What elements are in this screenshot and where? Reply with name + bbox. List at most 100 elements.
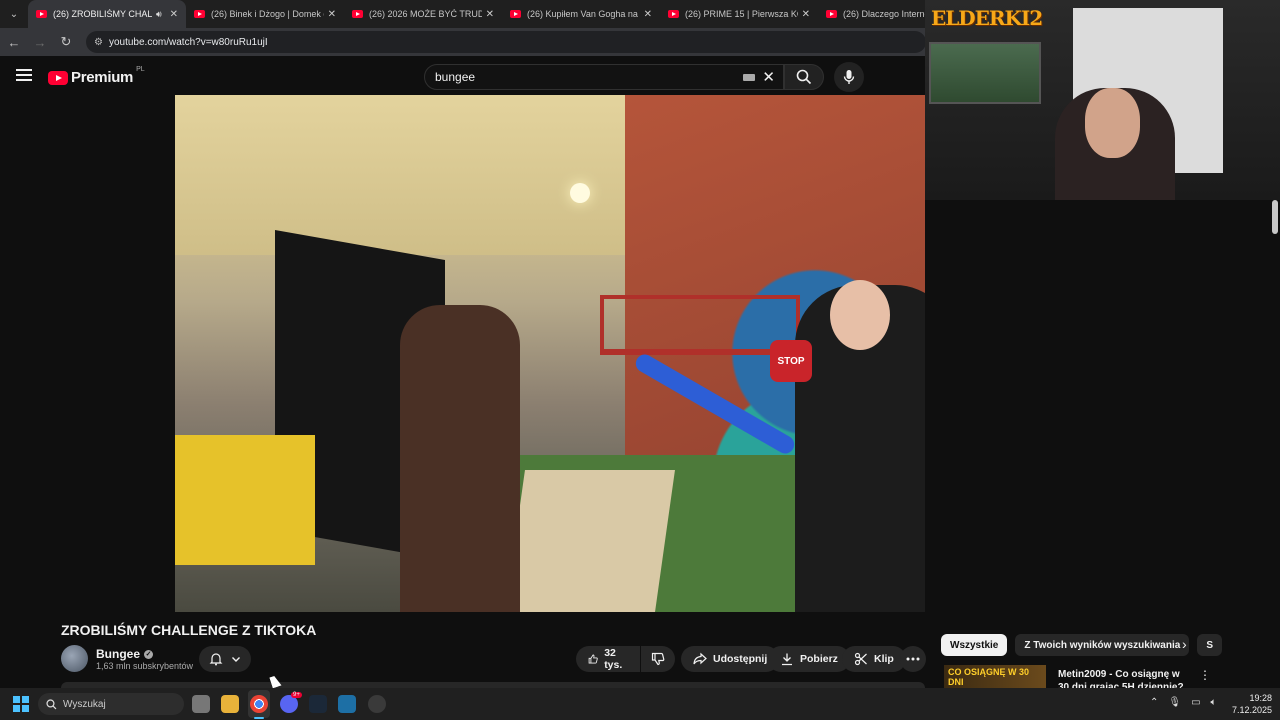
video-player[interactable]: STOP: [175, 95, 925, 612]
share-button[interactable]: Udostępnij: [681, 646, 780, 672]
taskbar-search-placeholder: Wyszukaj: [63, 698, 106, 710]
more-horizontal-icon: [906, 657, 920, 661]
like-button[interactable]: 32 tys.: [576, 646, 640, 672]
bell-icon: [209, 653, 223, 666]
more-vertical-icon[interactable]: ⋮: [1199, 668, 1211, 682]
file-explorer-icon[interactable]: [221, 695, 239, 713]
dislike-button[interactable]: [641, 646, 675, 672]
clear-search-icon[interactable]: ✕: [762, 68, 775, 86]
tab-title: (26) 2026 MOŻE BYĆ TRUDNY: [369, 9, 482, 19]
channel-name[interactable]: Bungee: [96, 647, 140, 661]
video-title: ZROBILIŚMY CHALLENGE Z TIKTOKA: [61, 622, 317, 638]
search-icon: [796, 69, 812, 85]
keyboard-icon[interactable]: [743, 74, 755, 81]
chevron-up-icon[interactable]: ⌃: [1150, 697, 1158, 708]
theater-side-area: [1095, 200, 1280, 612]
site-info-icon[interactable]: ⚙: [94, 37, 103, 48]
close-tab-icon[interactable]: ✕: [328, 9, 336, 20]
recommended-video-thumbnail[interactable]: CO OSIĄGNĘ W 30 DNI: [944, 665, 1046, 688]
streamer-webcam-overlay: ELDERKI2: [925, 0, 1280, 200]
youtube-favicon-icon: [668, 10, 679, 18]
youtube-logo[interactable]: Premium PL: [48, 66, 145, 86]
chevron-right-icon[interactable]: ›: [1182, 636, 1187, 652]
youtube-favicon-icon: [826, 10, 837, 18]
steam-icon[interactable]: [309, 695, 327, 713]
download-label: Pobierz: [800, 653, 838, 665]
browser-tab-3[interactable]: (26) 2026 MOŻE BYĆ TRUDNY ✕: [344, 0, 502, 28]
search-button[interactable]: [784, 64, 824, 90]
task-view-icon[interactable]: [192, 695, 210, 713]
video-frame-head: [830, 280, 890, 350]
remote-app-icon[interactable]: [338, 695, 356, 713]
back-arrow-icon[interactable]: ←: [2, 30, 26, 54]
discord-badge: 9+: [291, 692, 302, 698]
logo-word: Premium: [71, 69, 134, 86]
youtube-favicon-icon: [510, 10, 521, 18]
download-button[interactable]: Pobierz: [768, 646, 850, 672]
video-frame-stop-sign: STOP: [770, 340, 812, 382]
browser-tab-4[interactable]: (26) Kupiłem Van Gogha na Ch ✕: [502, 0, 660, 28]
video-frame-yellow-floor: [175, 435, 315, 565]
clock-date: 7.12.2025: [1232, 705, 1273, 715]
windows-taskbar: Wyszukaj 9+ ⌃ 🎙︎ ▭ 🔈︎ 19:28 7.12.2025: [0, 688, 1280, 720]
windows-start-icon[interactable]: [13, 696, 29, 712]
channel-avatar[interactable]: [61, 645, 88, 672]
browser-tab-1[interactable]: (26) ZROBILIŚMY CHALLENGE 🔊︎ ✕: [28, 0, 186, 28]
close-tab-icon[interactable]: ✕: [486, 9, 494, 20]
close-tab-icon[interactable]: ✕: [170, 9, 178, 20]
youtube-favicon-icon: [194, 10, 205, 18]
thumbs-down-icon: [651, 652, 665, 666]
search-input[interactable]: bungee ✕: [424, 64, 784, 90]
webcam-streamer-face: [1085, 88, 1140, 158]
tab-title: (26) PRIME 15 | Pierwsza KONF: [685, 9, 798, 19]
search-icon: [46, 698, 57, 709]
youtube-favicon-icon: [352, 10, 363, 18]
scrollbar-thumb[interactable]: [1272, 200, 1278, 234]
speaker-icon[interactable]: 🔊︎: [156, 9, 162, 20]
tab-title: (26) Kupiłem Van Gogha na Ch: [527, 9, 640, 19]
browser-tab-5[interactable]: (26) PRIME 15 | Pierwsza KONF ✕: [660, 0, 818, 28]
tab-search-chevron-icon[interactable]: ⌄: [4, 4, 24, 24]
active-indicator: [254, 717, 264, 719]
close-tab-icon[interactable]: ✕: [802, 9, 810, 20]
download-icon: [782, 653, 792, 666]
more-actions-button[interactable]: [900, 646, 926, 672]
chip-partial[interactable]: S: [1197, 634, 1222, 656]
taskbar-clock[interactable]: 19:28 7.12.2025: [1232, 692, 1272, 716]
region-code: PL: [136, 66, 145, 73]
chip-from-search[interactable]: Z Twoich wyników wyszukiwania: [1015, 634, 1190, 656]
video-frame-person-left: [400, 305, 520, 612]
webcam-aquarium: [929, 42, 1041, 104]
scissors-icon: [854, 652, 867, 666]
clip-button[interactable]: Klip: [842, 646, 906, 672]
recommended-video-title[interactable]: Metin2009 - Co osiągnę w 30 dni grając 5…: [1058, 668, 1188, 688]
clock-time: 19:28: [1249, 693, 1273, 703]
voice-search-button[interactable]: [834, 62, 864, 92]
youtube-header: Premium PL bungee ✕: [0, 56, 925, 96]
youtube-favicon-icon: [36, 10, 47, 18]
display-icon[interactable]: ▭: [1191, 697, 1200, 708]
close-tab-icon[interactable]: ✕: [644, 9, 652, 20]
forward-arrow-icon[interactable]: →: [28, 30, 52, 54]
system-tray: ⌃ 🎙︎ ▭ 🔈︎: [1150, 697, 1217, 708]
menu-icon[interactable]: [16, 69, 32, 81]
obs-icon[interactable]: [368, 695, 386, 713]
chrome-icon[interactable]: [250, 695, 268, 713]
taskbar-search[interactable]: Wyszukaj: [38, 693, 184, 715]
thumbs-up-icon: [588, 654, 598, 664]
like-count: 32 tys.: [604, 647, 623, 671]
tab-title: (26) Binek i Dżogo | Domek dla: [211, 9, 324, 19]
chip-all[interactable]: Wszystkie: [941, 634, 1008, 656]
filter-chips: Wszystkie Z Twoich wyników wyszukiwania …: [941, 634, 1222, 656]
share-label: Udostępnij: [713, 653, 768, 665]
microphone-icon[interactable]: 🎙︎: [1168, 697, 1181, 708]
search-value: bungee: [435, 70, 476, 84]
notifications-button[interactable]: [199, 646, 251, 672]
channel-name-row[interactable]: Bungee ✓: [96, 647, 154, 661]
reload-icon[interactable]: ↻: [54, 30, 78, 54]
address-bar[interactable]: ⚙ youtube.com/watch?v=w80ruRu1ujI: [86, 31, 926, 53]
volume-icon[interactable]: 🔈︎: [1211, 697, 1217, 708]
video-frame-light: [570, 183, 590, 203]
clip-label: Klip: [874, 653, 894, 665]
browser-tab-2[interactable]: (26) Binek i Dżogo | Domek dla ✕: [186, 0, 344, 28]
